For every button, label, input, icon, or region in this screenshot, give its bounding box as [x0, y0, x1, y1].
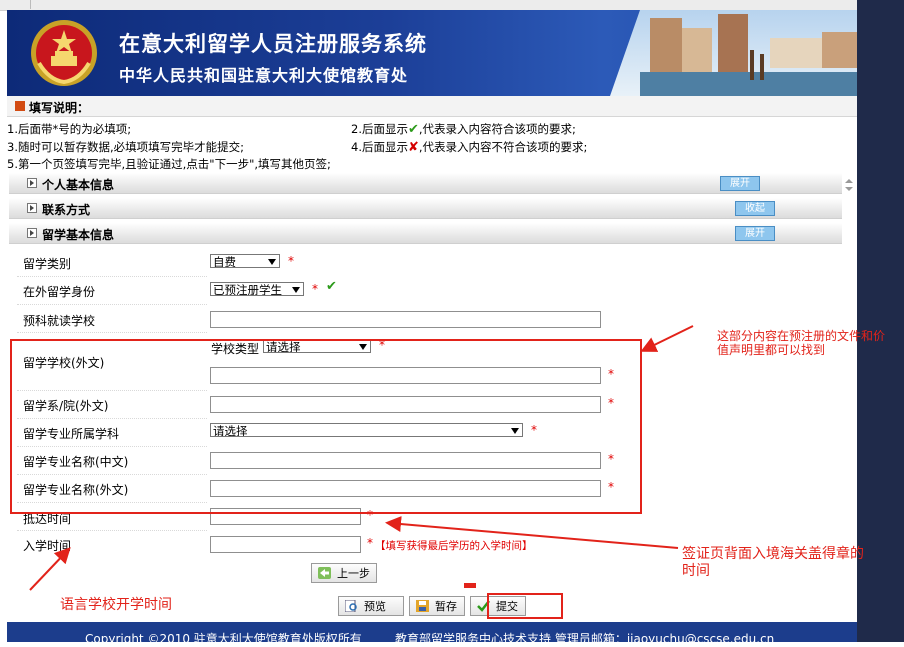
status-label: 在外留学身份: [23, 285, 96, 299]
preview-label: 预览: [364, 600, 386, 613]
required-mark: *: [312, 282, 318, 296]
save-draft-button[interactable]: 暂存: [409, 596, 465, 616]
category-label: 留学类别: [23, 257, 72, 271]
row-divider: [17, 530, 207, 531]
valid-check-icon: ✔: [326, 279, 337, 294]
row-divider: [17, 304, 207, 305]
site-header: 在意大利留学人员注册服务系统 中华人民共和国驻意大利大使馆教育处: [7, 10, 857, 96]
annotation-visa-line2: 时间: [682, 563, 710, 579]
section-title: 联系方式: [42, 203, 91, 217]
prev-step-label: 上一步: [337, 567, 370, 580]
toggle-button[interactable]: 收起: [735, 201, 775, 216]
instruction-5: 5.第一个页签填写完毕,且验证通过,点击"下一步",填写其他页签;: [7, 157, 331, 171]
required-mark: *: [367, 536, 373, 550]
prep-school-label: 预科就读学校: [23, 314, 96, 328]
footer-copyright: Copyright ©2010 驻意大利大使馆教育处版权所有: [85, 632, 362, 646]
system-title: 在意大利留学人员注册服务系统: [119, 32, 427, 56]
toggle-button[interactable]: 展开: [720, 176, 760, 191]
expand-icon: [27, 203, 37, 213]
section-title: 个人基本信息: [42, 178, 115, 192]
national-emblem-icon: [31, 20, 97, 86]
highlight-box-study-fields: [10, 339, 642, 514]
instruction-3: 3.随时可以暂存数据,必填项填写完毕才能提交;: [7, 140, 244, 154]
scroll-up-icon[interactable]: [845, 179, 853, 183]
prep-school-input[interactable]: [210, 311, 601, 328]
section-contact[interactable]: 联系方式 收起: [9, 198, 842, 219]
enroll-date-input[interactable]: [210, 536, 361, 553]
chevron-down-icon: [268, 259, 276, 265]
system-subtitle: 中华人民共和国驻意大利大使馆教育处: [119, 66, 409, 85]
instruction-4: 4.后面显示✘,代表录入内容不符合该项的要求;: [351, 139, 587, 155]
instruction-2-pre: 2.后面显示: [351, 122, 408, 136]
highlight-box-submit: [487, 593, 563, 619]
expand-icon: [27, 178, 37, 188]
row-divider: [17, 332, 207, 333]
annotation-language-school: 语言学校开学时间: [60, 597, 172, 613]
scroll-down-icon[interactable]: [845, 187, 853, 191]
annotation-prereg-line2: 值声明里都可以找到: [717, 343, 826, 357]
instructions-header: 填写说明：: [7, 96, 857, 117]
expand-icon: [27, 228, 37, 238]
cross-mark-icon: ✘: [407, 140, 419, 155]
preview-button[interactable]: 预览: [338, 596, 404, 616]
instruction-2-post: ,代表录入内容符合该项的要求;: [418, 122, 576, 136]
save-icon: [416, 600, 429, 612]
browser-tab-edge: [0, 0, 31, 9]
toggle-button[interactable]: 展开: [735, 226, 775, 241]
footer-support: 教育部留学服务中心技术支持 管理员邮箱：jiaoyuchu@cscse.edu.…: [395, 632, 775, 646]
prev-step-button[interactable]: 上一步: [311, 563, 377, 583]
page-side-background: [857, 0, 904, 642]
instruction-1: 1.后面带*号的为必填项;: [7, 122, 132, 136]
section-personal-info[interactable]: 个人基本信息 展开: [9, 173, 842, 194]
arrow-left-icon: [318, 567, 331, 579]
enroll-hint: 【填写获得最后学历的入学时间】: [375, 540, 533, 552]
marker-dash: [464, 583, 476, 588]
arrow-to-study-fields: [640, 325, 694, 352]
instructions-heading: 填写说明：: [29, 101, 90, 115]
status-value: 已预注册学生: [213, 283, 282, 296]
save-draft-label: 暂存: [435, 600, 457, 613]
category-value: 自费: [213, 255, 236, 268]
enroll-label: 入学时间: [23, 539, 72, 553]
bullet-icon: [15, 101, 25, 111]
preview-icon: [345, 600, 357, 612]
instruction-2: 2.后面显示✔,代表录入内容符合该项的要求;: [351, 121, 576, 137]
arrow-to-enroll-date: [29, 547, 71, 591]
row-divider: [17, 276, 207, 277]
venice-photo: [610, 10, 857, 96]
section-title: 留学基本信息: [42, 228, 115, 242]
section-study-info[interactable]: 留学基本信息 展开: [9, 223, 842, 244]
required-mark: *: [288, 254, 294, 268]
chevron-down-icon: [292, 287, 300, 293]
status-select[interactable]: 已预注册学生: [210, 282, 304, 296]
scrollbar[interactable]: [842, 175, 856, 195]
instruction-4-post: ,代表录入内容不符合该项的要求;: [418, 140, 588, 154]
category-select[interactable]: 自费: [210, 254, 280, 268]
check-mark-icon: ✔: [407, 122, 419, 137]
instruction-4-pre: 4.后面显示: [351, 140, 408, 154]
site-footer: Copyright ©2010 驻意大利大使馆教育处版权所有 教育部留学服务中心…: [7, 622, 857, 646]
